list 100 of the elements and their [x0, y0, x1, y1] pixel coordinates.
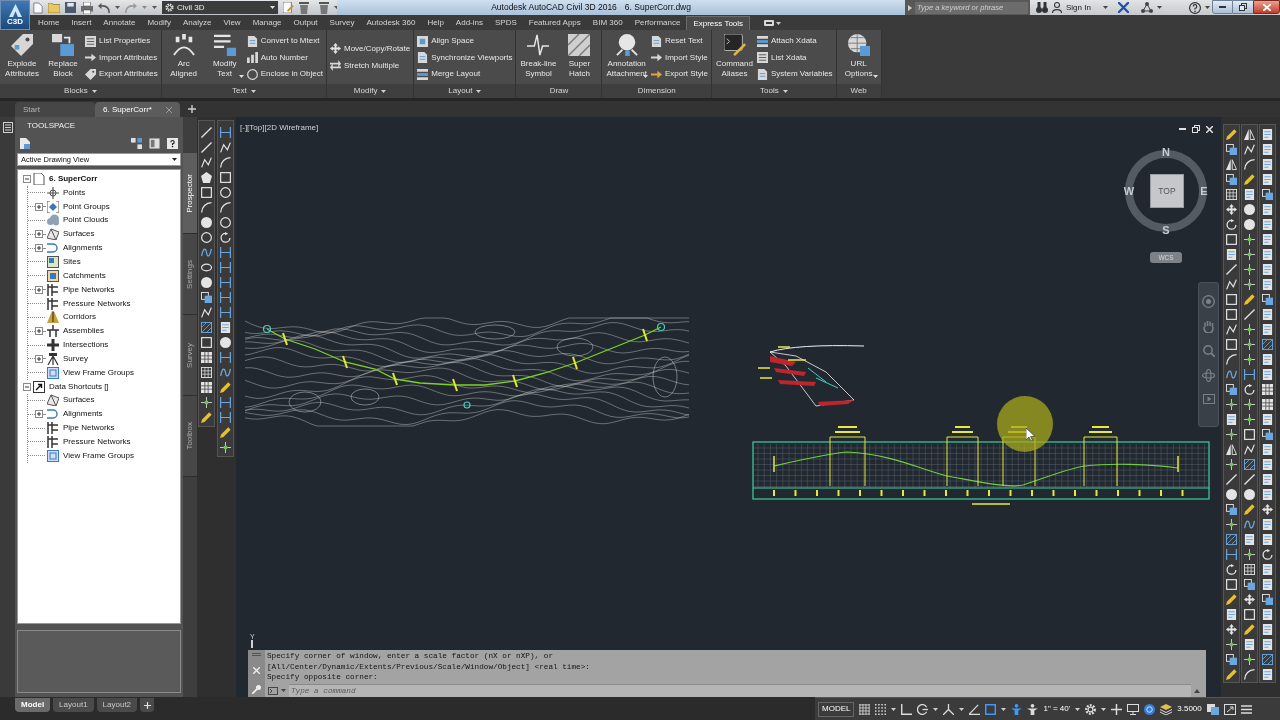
- layout-tab[interactable]: Layout1: [53, 698, 94, 712]
- grid-icon[interactable]: [1226, 189, 1237, 200]
- list-icon[interactable]: [2, 122, 13, 133]
- ribbon-button[interactable]: Break-line Symbol: [519, 30, 558, 84]
- ribbon-button[interactable]: Replace Block: [44, 30, 82, 84]
- disc-icon[interactable]: [1244, 219, 1255, 230]
- expand-icon[interactable]: [35, 327, 43, 336]
- restore-button[interactable]: [1233, 0, 1253, 14]
- collapse-icon[interactable]: [23, 382, 31, 391]
- ribbon-button[interactable]: Align Space: [417, 34, 513, 48]
- help-icon[interactable]: [1189, 1, 1201, 14]
- dimension-icon[interactable]: [1244, 369, 1255, 380]
- grid-icon[interactable]: [1244, 564, 1255, 575]
- move-icon[interactable]: [1226, 204, 1237, 215]
- expand-icon[interactable]: [35, 244, 43, 253]
- ribbon-button[interactable]: Command Aliases: [715, 30, 754, 84]
- caret-icon[interactable]: [476, 89, 482, 93]
- ribbon-tab[interactable]: BIM 360: [586, 16, 629, 30]
- copy-icon[interactable]: [1226, 174, 1237, 185]
- ribbon-button[interactable]: Move/Copy/Rotate: [329, 41, 411, 56]
- ribbon-button[interactable]: Convert to Mtext: [246, 34, 323, 48]
- point-icon[interactable]: [1226, 399, 1237, 410]
- sheet-icon[interactable]: [1262, 639, 1273, 650]
- polyline-icon[interactable]: [1226, 279, 1237, 290]
- rectangle-icon[interactable]: [1226, 339, 1237, 350]
- ribbon-tab[interactable]: Performance: [628, 16, 687, 30]
- point-icon[interactable]: [1226, 639, 1237, 650]
- user-icon[interactable]: [1052, 2, 1062, 13]
- annotation-scale-button[interactable]: 1" = 40': [1043, 703, 1071, 715]
- ribbon-tab[interactable]: View: [217, 16, 247, 30]
- rectangle-icon[interactable]: [1226, 294, 1237, 305]
- pencil-icon[interactable]: [1244, 504, 1255, 515]
- square-icon[interactable]: [985, 703, 997, 715]
- binoculars-icon[interactable]: [1036, 2, 1048, 13]
- copy-icon[interactable]: [1262, 189, 1273, 200]
- restore-icon[interactable]: [1192, 125, 1200, 133]
- point-icon[interactable]: [1244, 654, 1255, 665]
- dimension-icon[interactable]: [220, 352, 231, 363]
- point-icon[interactable]: [1244, 339, 1255, 350]
- line-icon[interactable]: [201, 142, 212, 153]
- ribbon-button[interactable]: URL Options: [839, 30, 878, 84]
- compass-letter[interactable]: E: [1198, 186, 1210, 197]
- copy-icon[interactable]: [1262, 594, 1273, 605]
- caret-icon[interactable]: [1001, 707, 1007, 711]
- ribbon-tab[interactable]: Add-ins: [449, 16, 489, 30]
- tree-item[interactable]: View Frame Groups: [63, 366, 134, 379]
- ribbon-button[interactable]: Export Attributes: [85, 67, 158, 81]
- tree-item[interactable]: Alignments: [63, 408, 103, 421]
- tree-item[interactable]: Point Groups: [63, 200, 110, 213]
- side-tab[interactable]: Toolbox: [183, 396, 197, 477]
- wheel-icon[interactable]: [1202, 295, 1215, 308]
- copy-icon[interactable]: [1244, 579, 1255, 590]
- model-space-button[interactable]: MODEL: [818, 701, 855, 717]
- tree-item[interactable]: Alignments: [63, 242, 103, 255]
- hatch-icon[interactable]: [1262, 339, 1273, 350]
- application-button[interactable]: C3D: [0, 0, 30, 30]
- grid-icon[interactable]: [201, 367, 212, 378]
- pencil-icon[interactable]: [1226, 594, 1237, 605]
- polyline-icon[interactable]: [1226, 324, 1237, 335]
- sheet-icon[interactable]: [1262, 609, 1273, 620]
- point-icon[interactable]: [220, 442, 231, 453]
- spline-icon[interactable]: [220, 367, 231, 378]
- sheet-icon[interactable]: [1262, 444, 1273, 455]
- ribbon-button[interactable]: List Properties: [85, 34, 158, 48]
- sheet-icon[interactable]: [1262, 129, 1273, 140]
- ribbon-button[interactable]: Synchronize Viewports: [417, 50, 513, 65]
- sheet-icon[interactable]: [1262, 264, 1273, 275]
- ribbon-button[interactable]: System Variables: [756, 67, 833, 81]
- pencil-icon[interactable]: [1226, 129, 1237, 140]
- rectangle-icon[interactable]: [1244, 429, 1255, 440]
- circle-icon[interactable]: [201, 232, 212, 243]
- sheet-icon[interactable]: [1262, 309, 1273, 320]
- ribbon-button[interactable]: Super Hatch: [560, 30, 599, 84]
- disc-icon[interactable]: [201, 277, 212, 288]
- table-icon[interactable]: [201, 382, 212, 393]
- sheet-icon[interactable]: [1262, 174, 1273, 185]
- sheet-icon[interactable]: [1244, 189, 1255, 200]
- tree-item[interactable]: Surfaces: [63, 228, 95, 241]
- point-icon[interactable]: [1244, 324, 1255, 335]
- mirror-icon[interactable]: [1226, 444, 1237, 455]
- sheet-icon[interactable]: [1262, 489, 1273, 500]
- tree-item[interactable]: Pressure Networks: [63, 435, 131, 448]
- wrench-icon[interactable]: [252, 685, 261, 694]
- point-icon[interactable]: [1226, 519, 1237, 530]
- sheet-icon[interactable]: [1262, 564, 1273, 575]
- copy-icon[interactable]: [201, 292, 212, 303]
- menu-icon[interactable]: [1240, 704, 1252, 714]
- polyline-icon[interactable]: [220, 142, 231, 153]
- layers-icon[interactable]: [1160, 703, 1173, 715]
- pencil-icon[interactable]: [201, 412, 212, 423]
- caret-icon[interactable]: [334, 6, 339, 9]
- sheet-icon[interactable]: [1262, 279, 1273, 290]
- collapse-icon[interactable]: [23, 174, 31, 183]
- dimension-icon[interactable]: [220, 127, 231, 138]
- minimize-button[interactable]: [1212, 0, 1233, 14]
- ribbon-button[interactable]: Export Style: [650, 67, 709, 81]
- arc-icon[interactable]: [220, 157, 231, 168]
- ribbon-button[interactable]: Enclose in Object: [246, 67, 323, 81]
- ribbon-button[interactable]: Import Style: [650, 50, 709, 65]
- document-icon[interactable]: [20, 138, 30, 149]
